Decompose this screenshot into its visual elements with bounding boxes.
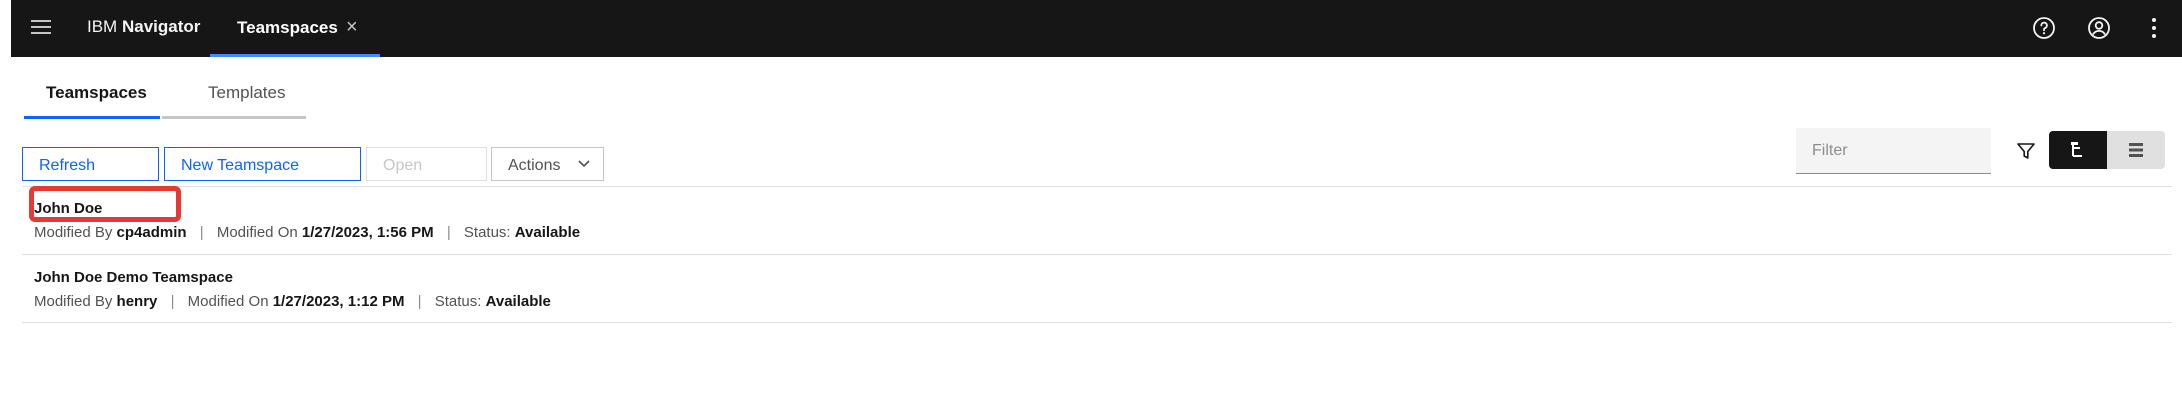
teamspace-name-text: John Doe Demo Teamspace: [34, 269, 233, 286]
active-tab-indicator: [210, 54, 380, 57]
tab-indicator: [162, 116, 306, 119]
meta-separator: |: [170, 293, 175, 310]
open-button[interactable]: Open: [366, 147, 487, 181]
help-icon[interactable]: [2030, 14, 2058, 42]
modified-by-value: cp4admin: [116, 224, 187, 241]
hamburger-menu-icon[interactable]: [28, 16, 54, 40]
modified-by-value: henry: [116, 293, 158, 310]
modified-on-label: Modified On: [216, 224, 298, 241]
modified-by-label: Modified By: [34, 224, 113, 241]
tab-label: Templates: [208, 83, 286, 102]
modified-on-value: 1/27/2023, 1:56 PM: [301, 224, 434, 241]
teamspace-row[interactable]: John Doe Demo Teamspace Modified By henr…: [22, 256, 2172, 324]
list-view-icon[interactable]: [2107, 131, 2165, 169]
tab-teamspaces[interactable]: Teamspaces: [24, 75, 160, 119]
brand-prefix: IBM: [87, 17, 118, 36]
tab-label: Teamspaces: [46, 83, 147, 102]
status-label: Status:: [463, 224, 511, 241]
view-switcher: [2049, 131, 2165, 169]
new-teamspace-button[interactable]: New Teamspace: [164, 147, 361, 181]
teamspace-meta: Modified By henry | Modified On 1/27/202…: [34, 293, 551, 310]
header-tab-teamspaces[interactable]: Teamspaces ×: [210, 0, 380, 57]
top-header: IBM Navigator Teamspaces ×: [11, 0, 2182, 57]
teamspace-name: John Doe Demo Teamspace: [34, 269, 233, 286]
app-brand[interactable]: IBM Navigator: [87, 17, 200, 37]
close-icon[interactable]: ×: [346, 16, 358, 39]
meta-separator: |: [199, 224, 204, 241]
filter-input[interactable]: [1796, 128, 1991, 174]
header-tab-label: Teamspaces: [237, 18, 338, 37]
modified-by-label: Modified By: [34, 293, 113, 310]
highlight-box: [29, 186, 181, 222]
meta-separator: |: [417, 293, 422, 310]
user-avatar-icon[interactable]: [2085, 14, 2113, 42]
tab-indicator: [24, 116, 160, 119]
actions-dropdown[interactable]: Actions: [491, 147, 604, 181]
teamspace-name: John Doe: [29, 186, 181, 222]
chevron-down-icon: [577, 156, 591, 175]
divider: [22, 322, 2172, 323]
overflow-menu-icon[interactable]: [2140, 14, 2168, 42]
modified-on-label: Modified On: [187, 293, 269, 310]
teamspace-row[interactable]: John Doe Modified By cp4admin | Modified…: [22, 186, 2172, 254]
status-label: Status:: [434, 293, 482, 310]
modified-on-value: 1/27/2023, 1:12 PM: [272, 293, 405, 310]
actions-label: Actions: [508, 157, 561, 174]
brand-name: Navigator: [121, 17, 201, 36]
teamspace-meta: Modified By cp4admin | Modified On 1/27/…: [34, 224, 580, 241]
tab-templates[interactable]: Templates: [162, 75, 306, 119]
filter-icon[interactable]: [2015, 139, 2037, 163]
tree-view-icon[interactable]: [2049, 131, 2107, 169]
meta-separator: |: [446, 224, 451, 241]
status-value: Available: [514, 224, 581, 241]
divider: [22, 254, 2172, 255]
refresh-button[interactable]: Refresh: [22, 147, 159, 181]
status-value: Available: [485, 293, 551, 310]
